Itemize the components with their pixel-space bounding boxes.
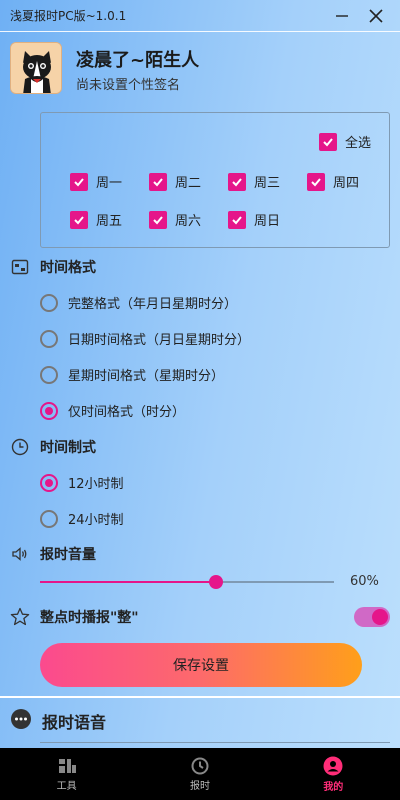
day-label: 周一 — [96, 176, 123, 191]
voice-section-heading[interactable]: 报时语音 — [10, 708, 106, 734]
day-checkbox-fri[interactable]: 周五 — [70, 210, 122, 229]
voice-section-title: 报时语音 — [42, 713, 107, 732]
chat-bubble-icon — [10, 708, 32, 734]
section-divider — [0, 696, 400, 698]
checkbox-checked-icon — [149, 172, 167, 191]
day-checkbox-sat[interactable]: 周六 — [149, 210, 201, 229]
checkbox-checked-icon — [307, 172, 325, 191]
day-label: 周日 — [254, 214, 281, 229]
calendar-format-icon — [10, 257, 30, 277]
format-option-timeonly[interactable]: 仅时间格式（时分） — [40, 401, 185, 420]
time-format-heading: 时间格式 — [10, 257, 96, 277]
day-checkbox-wed[interactable]: 周三 — [228, 172, 280, 191]
time-system-title: 时间制式 — [40, 440, 96, 456]
radio-icon — [40, 365, 58, 384]
window-title: 浅夏报时PC版~1.0.1 — [10, 9, 127, 23]
radio-icon — [40, 509, 58, 528]
nav-label: 报时 — [189, 780, 210, 792]
save-button[interactable]: 保存设置 — [40, 643, 362, 687]
title-bar: 浅夏报时PC版~1.0.1 — [0, 0, 400, 32]
day-label: 周三 — [254, 176, 281, 191]
day-label: 周五 — [96, 214, 123, 229]
checkbox-checked-icon — [228, 210, 246, 229]
checkbox-checked-icon — [319, 132, 337, 151]
hourly-toggle[interactable] — [354, 607, 390, 627]
select-all-label: 全选 — [345, 136, 372, 151]
slider-thumb[interactable] — [209, 575, 224, 589]
cat-avatar-icon — [11, 43, 61, 93]
nav-label: 工具 — [56, 780, 77, 792]
tools-icon — [58, 758, 76, 773]
system-option-24h[interactable]: 24小时制 — [40, 509, 124, 528]
select-all-checkbox[interactable]: 全选 — [319, 132, 371, 151]
profile-card: 凌晨了~陌生人 尚未设置个性签名 — [10, 40, 390, 98]
radio-label: 24小时制 — [68, 513, 124, 528]
format-option-weektime[interactable]: 星期时间格式（星期时分） — [40, 365, 224, 384]
hourly-title: 整点时播报"整" — [40, 610, 139, 626]
volume-value: 60% — [350, 574, 379, 589]
user-icon — [323, 756, 343, 775]
day-checkbox-tue[interactable]: 周二 — [149, 172, 201, 191]
checkbox-checked-icon — [70, 172, 88, 191]
radio-label: 日期时间格式（月日星期时分） — [68, 333, 251, 348]
radio-label: 完整格式（年月日星期时分） — [68, 297, 238, 312]
time-system-heading: 时间制式 — [10, 437, 96, 457]
format-option-datetime[interactable]: 日期时间格式（月日星期时分） — [40, 329, 250, 348]
checkbox-checked-icon — [149, 210, 167, 229]
star-icon — [10, 607, 30, 627]
volume-heading: 报时音量 — [10, 544, 96, 564]
volume-title: 报时音量 — [40, 547, 96, 563]
nav-mine[interactable]: 我的 — [267, 748, 400, 800]
volume-slider[interactable] — [40, 574, 334, 590]
day-label: 周六 — [175, 214, 202, 229]
radio-selected-icon — [40, 401, 58, 420]
day-checkbox-sun[interactable]: 周日 — [228, 210, 280, 229]
toggle-knob — [372, 609, 388, 625]
nav-label: 我的 — [323, 781, 344, 793]
nav-tools[interactable]: 工具 — [0, 748, 133, 800]
day-checkbox-mon[interactable]: 周一 — [70, 172, 122, 191]
radio-icon — [40, 293, 58, 312]
system-option-12h[interactable]: 12小时制 — [40, 473, 124, 492]
minimize-icon — [336, 15, 348, 17]
radio-label: 仅时间格式（时分） — [68, 405, 186, 420]
clock-icon — [191, 757, 209, 774]
speaker-icon — [10, 544, 30, 564]
weekday-selector: 全选 周一 周二 周三 周四 周五 周六 周日 — [40, 112, 390, 248]
checkbox-checked-icon — [228, 172, 246, 191]
avatar[interactable] — [10, 42, 62, 94]
day-label: 周四 — [333, 176, 360, 191]
slider-fill — [40, 581, 217, 583]
nickname: 凌晨了~陌生人 — [76, 50, 200, 71]
checkbox-checked-icon — [70, 210, 88, 229]
format-option-full[interactable]: 完整格式（年月日星期时分） — [40, 293, 237, 312]
radio-selected-icon — [40, 473, 58, 492]
clock-icon — [10, 437, 30, 457]
signature[interactable]: 尚未设置个性签名 — [76, 74, 180, 93]
minimize-button[interactable] — [330, 4, 354, 28]
voice-divider — [40, 742, 390, 743]
nav-chime[interactable]: 报时 — [133, 748, 266, 800]
close-button[interactable] — [364, 4, 388, 28]
day-checkbox-thu[interactable]: 周四 — [307, 172, 359, 191]
radio-icon — [40, 329, 58, 348]
radio-label: 星期时间格式（星期时分） — [68, 369, 225, 384]
bottom-nav: 工具 报时 我的 — [0, 748, 400, 800]
time-format-title: 时间格式 — [40, 260, 96, 276]
radio-label: 12小时制 — [68, 477, 124, 492]
hourly-heading: 整点时播报"整" — [10, 607, 139, 627]
day-label: 周二 — [175, 176, 202, 191]
close-icon — [369, 9, 383, 23]
